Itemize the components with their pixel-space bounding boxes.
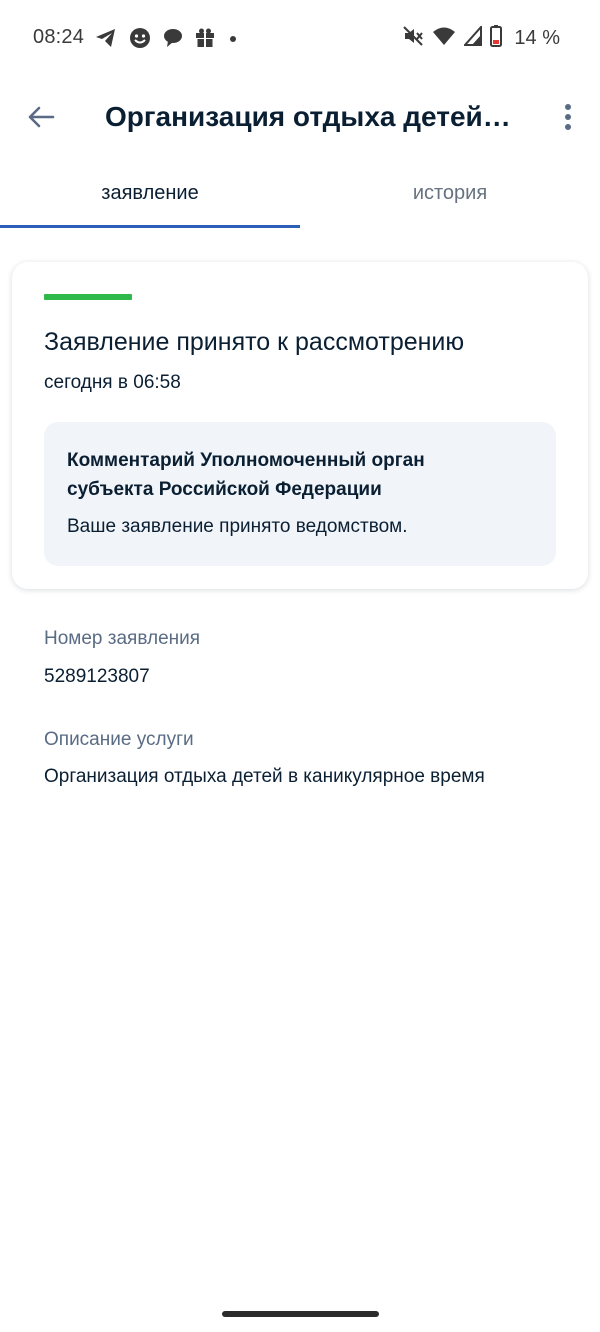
tab-application[interactable]: заявление	[0, 160, 300, 228]
status-card: Заявление принято к рассмотрению сегодня…	[12, 262, 588, 589]
comment-title: Комментарий Уполномоченный орган субъект…	[67, 450, 425, 500]
battery-icon	[490, 24, 503, 52]
comment-box: Комментарий Уполномоченный орган субъект…	[44, 422, 556, 566]
active-tab-indicator	[0, 225, 300, 228]
back-button[interactable]	[22, 98, 60, 136]
service-description-value: Организация отдыха детей в каникулярное …	[44, 766, 485, 787]
comment-text: Ваше заявление принято ведомством.	[67, 516, 408, 537]
status-indicator-bar	[44, 294, 132, 300]
more-menu-button[interactable]	[554, 98, 582, 136]
notification-icons	[94, 26, 240, 50]
tab-history[interactable]: история	[300, 160, 600, 228]
app-bar: Организация отдыха детей в каникулярное …	[0, 84, 600, 150]
tab-history-label: история	[412, 182, 488, 204]
chat-face-icon	[128, 26, 152, 50]
status-bar: 08:24 14 %	[0, 0, 600, 76]
service-description-label: Описание услуги	[44, 729, 194, 750]
speech-bubble-icon	[162, 27, 184, 49]
gesture-navigation-bar[interactable]	[222, 1311, 379, 1317]
telegram-icon	[94, 27, 118, 49]
arrow-left-icon	[28, 106, 55, 128]
battery-percent: 14 %	[514, 26, 560, 49]
mute-icon	[402, 25, 424, 52]
tab-application-label: заявление	[101, 182, 199, 204]
application-number-label: Номер заявления	[44, 628, 201, 649]
dot-icon	[226, 27, 240, 49]
gift-icon	[194, 27, 216, 49]
status-title: Заявление принято к рассмотрению	[44, 328, 465, 356]
tab-bar: заявление история	[0, 160, 600, 228]
page-title: Организация отдыха детей в каникулярное …	[105, 101, 515, 132]
more-vertical-icon	[565, 104, 571, 130]
application-number-value: 5289123807	[44, 666, 150, 687]
wifi-icon	[432, 26, 456, 51]
signal-icon	[463, 23, 483, 51]
system-icons: 14 %	[402, 23, 560, 52]
status-time: 08:24	[33, 26, 85, 48]
status-timestamp: сегодня в 06:58	[44, 372, 181, 393]
